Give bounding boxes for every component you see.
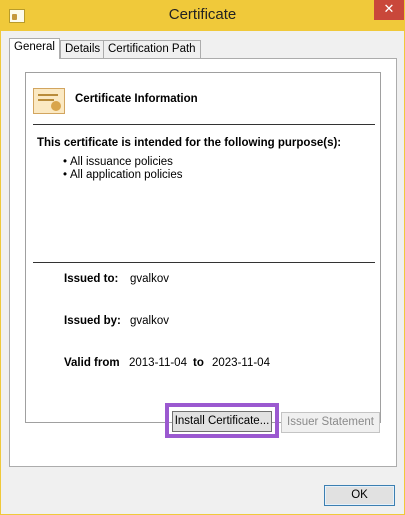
tab-details[interactable]: Details: [60, 40, 106, 58]
issued-by-label: Issued by:: [64, 315, 121, 327]
divider: [33, 262, 375, 263]
install-certificate-button[interactable]: Install Certificate...: [172, 411, 272, 432]
valid-from-label: Valid from: [64, 357, 120, 369]
purpose-heading: This certificate is intended for the fol…: [37, 137, 342, 149]
tab-certification-path[interactable]: Certification Path: [103, 40, 201, 58]
title-bar[interactable]: Certificate ✕: [0, 0, 405, 31]
valid-to-label: to: [193, 357, 204, 369]
certificate-icon: [33, 88, 65, 114]
dialog-body: General Details Certification Path Certi…: [1, 31, 404, 514]
close-button[interactable]: ✕: [374, 0, 404, 20]
certificate-information-box: Certificate Information This certificate…: [25, 72, 381, 423]
ok-button[interactable]: OK: [324, 485, 395, 506]
policy-label: All application policies: [70, 169, 183, 181]
issued-to-value[interactable]: gvalkov: [130, 273, 169, 285]
valid-to-value: 2023-11-04: [212, 357, 270, 369]
window-title: Certificate: [168, 6, 237, 23]
list-item: • All issuance policies: [63, 156, 173, 168]
list-item: • All application policies: [63, 169, 183, 181]
issuer-statement-button[interactable]: Issuer Statement: [281, 412, 380, 433]
valid-from-value: 2013-11-04: [129, 357, 187, 369]
info-heading: Certificate Information: [75, 93, 198, 105]
issued-to-label: Issued to:: [64, 273, 119, 285]
close-icon: ✕: [383, 2, 395, 17]
issued-by-value[interactable]: gvalkov: [130, 315, 169, 327]
tab-general[interactable]: General: [9, 38, 60, 59]
divider: [33, 124, 375, 125]
certificate-dialog: Certificate ✕ General Details Certificat…: [0, 0, 405, 515]
policy-label: All issuance policies: [70, 156, 173, 168]
